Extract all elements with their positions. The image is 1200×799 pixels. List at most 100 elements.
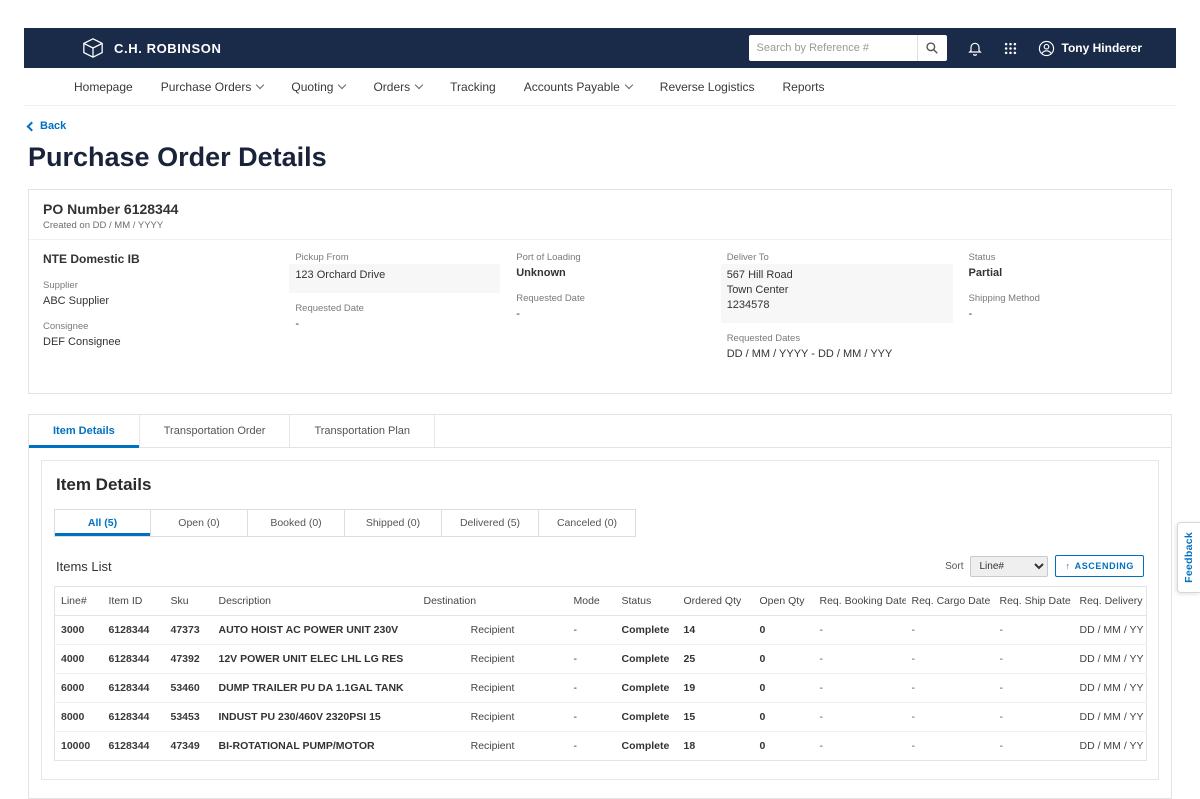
table-row: 8000612834453453INDUST PU 230/460V 2320P…: [55, 703, 1147, 732]
nav-item-tracking[interactable]: Tracking: [450, 80, 496, 94]
table-cell: 10000: [55, 732, 103, 761]
chevron-down-icon: [338, 81, 346, 89]
sort-label: Sort: [945, 561, 963, 572]
table-cell: 15: [678, 703, 754, 732]
table-cell: 6128344: [103, 732, 165, 761]
deliver-requested-dates-value: DD / MM / YYYY - DD / MM / YYY: [727, 347, 947, 362]
nav-item-reverse-logistics[interactable]: Reverse Logistics: [660, 80, 755, 94]
po-header: PO Number 6128344 Created on DD / MM / Y…: [29, 190, 1171, 240]
tab-transportation-plan[interactable]: Transportation Plan: [290, 415, 435, 447]
user-menu[interactable]: Tony Hinderer: [1038, 40, 1142, 57]
nav-label: Quoting: [291, 80, 333, 94]
table-cell: 18: [678, 732, 754, 761]
items-table: Line#Item IDSkuDescriptionDestinationMod…: [54, 586, 1147, 761]
table-cell: -: [994, 616, 1074, 645]
brand-name: C.H. ROBINSON: [114, 41, 221, 56]
table-cell: 53460: [165, 674, 213, 703]
nav-item-orders[interactable]: Orders: [373, 80, 422, 94]
po-type: NTE Domestic IB: [43, 252, 273, 266]
table-cell: Recipient: [418, 645, 568, 674]
apps-grid-button[interactable]: [1003, 41, 1018, 56]
table-cell: DD / MM / YY: [1074, 674, 1147, 703]
subtab-open[interactable]: Open (0): [151, 509, 248, 537]
masthead: C.H. ROBINSON: [24, 28, 1176, 68]
column-header: Status: [616, 587, 678, 616]
feedback-button[interactable]: Feedback: [1177, 522, 1200, 593]
sort-direction-button[interactable]: ↑ ASCENDING: [1055, 555, 1144, 577]
nav-item-purchase-orders[interactable]: Purchase Orders: [161, 80, 264, 94]
subtab-delivered[interactable]: Delivered (5): [442, 509, 539, 537]
subtab-booked[interactable]: Booked (0): [248, 509, 345, 537]
port-requested-date-value: -: [516, 307, 704, 322]
column-header: Destination: [418, 587, 568, 616]
subtab-shipped[interactable]: Shipped (0): [345, 509, 442, 537]
column-header: Description: [213, 587, 418, 616]
table-cell: DD / MM / YY: [1074, 732, 1147, 761]
table-cell: 19: [678, 674, 754, 703]
column-header: Sku: [165, 587, 213, 616]
table-cell: 0: [754, 645, 814, 674]
table-cell: 4000: [55, 645, 103, 674]
table-cell: 0: [754, 732, 814, 761]
notifications-button[interactable]: [967, 40, 983, 56]
column-header: Ordered Qty: [678, 587, 754, 616]
subtab-canceled[interactable]: Canceled (0): [539, 509, 636, 537]
nav-item-accounts-payable[interactable]: Accounts Payable: [524, 80, 632, 94]
port-of-loading-value: Unknown: [516, 266, 704, 281]
table-cell: 53453: [165, 703, 213, 732]
deliver-line-1: 567 Hill Road: [727, 269, 793, 281]
table-cell: 6128344: [103, 674, 165, 703]
tab-transportation-order[interactable]: Transportation Order: [140, 415, 291, 447]
po-created-value: DD / MM / YYYY: [93, 220, 164, 231]
deliver-to-address: 567 Hill Road Town Center 1234578: [727, 268, 947, 313]
po-created-label: Created on: [43, 220, 90, 231]
po-col-port: Port of Loading Unknown Requested Date -: [516, 252, 704, 373]
po-col-parties: NTE Domestic IB Supplier ABC Supplier Co…: [43, 252, 273, 373]
table-cell: 47392: [165, 645, 213, 674]
pickup-requested-date-label: Requested Date: [295, 303, 494, 314]
feedback-label: Feedback: [1183, 532, 1195, 583]
shipping-method-value: -: [969, 307, 1157, 322]
table-cell: 47349: [165, 732, 213, 761]
po-number: PO Number 6128344: [43, 201, 1157, 217]
tab-panel: Item Details All (5) Open (0) Booked (0)…: [29, 448, 1171, 798]
items-list-header: Items List Sort Line# ↑ ASCENDING: [56, 555, 1144, 577]
column-header: Item ID: [103, 587, 165, 616]
chrobinson-logo-icon: [82, 37, 104, 59]
ascending-arrow-icon: ↑: [1065, 561, 1070, 571]
deliver-line-3: 1234578: [727, 299, 770, 311]
tab-item-details[interactable]: Item Details: [29, 415, 140, 447]
table-cell: -: [906, 645, 994, 674]
table-cell: 0: [754, 703, 814, 732]
table-cell: -: [568, 732, 616, 761]
table-cell: 47373: [165, 616, 213, 645]
sort-select[interactable]: Line#: [970, 556, 1048, 577]
nav-item-quoting[interactable]: Quoting: [291, 80, 345, 94]
table-cell: -: [994, 645, 1074, 674]
nav-label: Reports: [783, 80, 825, 94]
consignee-label: Consignee: [43, 321, 273, 332]
sort-controls: Sort Line# ↑ ASCENDING: [945, 555, 1144, 577]
table-cell: 3000: [55, 616, 103, 645]
brand: C.H. ROBINSON: [82, 37, 221, 59]
search-button[interactable]: [917, 35, 947, 61]
table-cell: 0: [754, 616, 814, 645]
table-cell: -: [814, 616, 906, 645]
pickup-from-block: 123 Orchard Drive: [289, 264, 500, 293]
items-table-head: Line#Item IDSkuDescriptionDestinationMod…: [55, 587, 1147, 616]
nav-item-homepage[interactable]: Homepage: [74, 80, 133, 94]
subtab-all[interactable]: All (5): [54, 509, 151, 537]
deliver-line-2: Town Center: [727, 284, 789, 296]
table-cell: Recipient: [418, 732, 568, 761]
nav-item-reports[interactable]: Reports: [783, 80, 825, 94]
pickup-from-label: Pickup From: [295, 252, 494, 263]
nav-label: Orders: [373, 80, 410, 94]
table-cell: -: [994, 674, 1074, 703]
search-icon: [925, 41, 939, 55]
column-header: Req. Ship Date: [994, 587, 1074, 616]
bell-icon: [967, 40, 983, 56]
table-cell: DD / MM / YY: [1074, 645, 1147, 674]
search-input[interactable]: [749, 35, 917, 61]
back-link[interactable]: Back: [28, 120, 66, 132]
table-cell: AUTO HOIST AC POWER UNIT 230V: [213, 616, 418, 645]
